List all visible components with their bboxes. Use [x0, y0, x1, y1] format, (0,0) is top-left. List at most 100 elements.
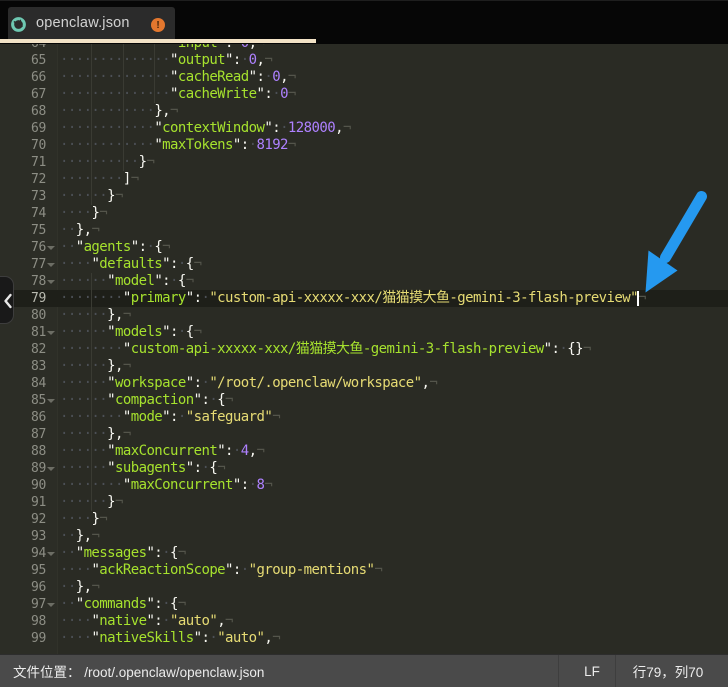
line-number: 99: [0, 630, 46, 647]
code-line[interactable]: 95····"ackReactionScope":·"group-mention…: [0, 562, 728, 579]
code-text: ······},¬: [60, 307, 131, 324]
fold-marker-icon[interactable]: [47, 603, 55, 607]
code-text: ··············"cacheWrite":·0¬: [60, 86, 296, 103]
editor-window: 64··············"input":·0,¬65··········…: [0, 0, 728, 687]
line-number: 93: [0, 528, 46, 545]
code-editor[interactable]: 64··············"input":·0,¬65··········…: [0, 44, 728, 654]
code-text: ··"messages":·{¬: [60, 545, 186, 562]
line-number: 84: [0, 375, 46, 392]
code-text: ······},¬: [60, 426, 131, 443]
code-line[interactable]: 66··············"cacheRead":·0,¬: [0, 69, 728, 86]
code-line[interactable]: 87······},¬: [0, 426, 728, 443]
code-line[interactable]: 78······"model":·{¬: [0, 273, 728, 290]
cursor-position-indicator[interactable]: 行79，列70: [616, 661, 728, 681]
tab-title: openclaw.json: [36, 15, 130, 31]
fold-marker-icon[interactable]: [47, 246, 55, 250]
code-text: ············"maxTokens":·8192¬: [60, 137, 296, 154]
code-text: ········"maxConcurrent":·8¬: [60, 477, 272, 494]
code-text: ····}¬: [60, 205, 107, 222]
line-number: 85: [0, 392, 46, 409]
line-number: 97: [0, 596, 46, 613]
tab-warning-badge: !: [151, 18, 165, 32]
code-text: ······"subagents":·{¬: [60, 460, 225, 477]
fold-marker-icon[interactable]: [47, 467, 55, 471]
code-text: ··········}¬: [60, 154, 154, 171]
line-number: 86: [0, 409, 46, 426]
code-line[interactable]: 76··"agents":·{¬: [0, 239, 728, 256]
code-line[interactable]: 89 ······"subagents":·{¬: [0, 460, 728, 477]
line-number: 64: [0, 44, 46, 52]
code-line[interactable]: 74 ····}¬: [0, 205, 728, 222]
code-area[interactable]: 64··············"input":·0,¬65··········…: [0, 44, 728, 647]
code-line[interactable]: 71··········}¬: [0, 154, 728, 171]
code-line[interactable]: 73 ······}¬: [0, 188, 728, 205]
code-line[interactable]: 77 ····"defaults":·{¬: [0, 256, 728, 273]
fold-marker-icon[interactable]: [47, 263, 55, 267]
code-line[interactable]: 67··············"cacheWrite":·0¬: [0, 86, 728, 103]
status-bar: 文件位置： /root/.openclaw/openclaw.json LF 行…: [0, 654, 728, 687]
code-text: ··············"input":·0,¬: [60, 44, 264, 52]
line-number: 73: [0, 188, 46, 205]
line-number: 74: [0, 205, 46, 222]
line-number: 94: [0, 545, 46, 562]
line-number: 66: [0, 69, 46, 86]
code-line[interactable]: 96··},¬: [0, 579, 728, 596]
line-number: 65: [0, 52, 46, 69]
line-number: 70: [0, 137, 46, 154]
code-line[interactable]: 72········]¬: [0, 171, 728, 188]
code-line[interactable]: 94 ··"messages":·{¬: [0, 545, 728, 562]
file-location-label: 文件位置：: [13, 665, 81, 680]
code-line[interactable]: 99····"nativeSkills":·"auto",¬: [0, 630, 728, 647]
code-line[interactable]: 81 ······"models":·{¬: [0, 324, 728, 341]
code-line[interactable]: 79········"primary":·"custom-api-xxxxx-x…: [0, 290, 728, 307]
code-line[interactable]: 88······"maxConcurrent":·4,¬: [0, 443, 728, 460]
code-line[interactable]: 75··},¬: [0, 222, 728, 239]
code-line[interactable]: 64 ··············"input":·0,¬: [0, 44, 728, 52]
code-line[interactable]: 86········"mode":·"safeguard"¬: [0, 409, 728, 426]
code-line[interactable]: 82········"custom-api-xxxxx-xxx/猫猫摸大鱼-ge…: [0, 341, 728, 358]
line-number: 89: [0, 460, 46, 477]
code-text: ······}¬: [60, 188, 123, 205]
code-line[interactable]: 97··"commands":·{¬: [0, 596, 728, 613]
fold-marker-icon[interactable]: [47, 399, 55, 403]
code-text: ··},¬: [60, 528, 99, 545]
code-line[interactable]: 85 ······"compaction":·{¬: [0, 392, 728, 409]
line-number: 77: [0, 256, 46, 273]
code-line[interactable]: 68············},¬: [0, 103, 728, 120]
code-line[interactable]: 83······},¬: [0, 358, 728, 375]
line-number: 91: [0, 494, 46, 511]
fold-marker-icon[interactable]: [47, 280, 55, 284]
code-text: ····"defaults":·{¬: [60, 256, 201, 273]
code-line[interactable]: 65··············"output":·0,¬: [0, 52, 728, 69]
json-file-icon: [10, 16, 27, 33]
panel-collapse-handle[interactable]: [0, 276, 14, 324]
code-text: ······"compaction":·{¬: [60, 392, 233, 409]
tab-bar: openclaw.json !: [0, 0, 728, 44]
code-text: ············"contextWindow":·128000,¬: [60, 120, 351, 137]
text-cursor: [637, 291, 639, 306]
line-number: 81: [0, 324, 46, 341]
code-line[interactable]: 70 ············"maxTokens":·8192¬: [0, 137, 728, 154]
line-number: 98: [0, 613, 46, 630]
code-line[interactable]: 91······}¬: [0, 494, 728, 511]
line-number: 90: [0, 477, 46, 494]
code-text: ············},¬: [60, 103, 178, 120]
code-text: ······},¬: [60, 358, 131, 375]
tab-openclaw-json[interactable]: openclaw.json !: [8, 7, 175, 39]
code-line[interactable]: 92····}¬: [0, 511, 728, 528]
code-text: ····"native":·"auto",¬: [60, 613, 233, 630]
code-line[interactable]: 93 ··},¬: [0, 528, 728, 545]
line-number: 92: [0, 511, 46, 528]
code-line[interactable]: 98 ····"native":·"auto",¬: [0, 613, 728, 630]
fold-marker-icon[interactable]: [47, 552, 55, 556]
code-line[interactable]: 69············"contextWindow":·128000,¬: [0, 120, 728, 137]
fold-marker-icon[interactable]: [47, 331, 55, 335]
line-number: 96: [0, 579, 46, 596]
code-text: ······"models":·{¬: [60, 324, 201, 341]
tab-underline: [0, 39, 316, 43]
line-number: 75: [0, 222, 46, 239]
eol-indicator[interactable]: LF: [559, 664, 615, 679]
code-line[interactable]: 90 ········"maxConcurrent":·8¬: [0, 477, 728, 494]
code-line[interactable]: 80······},¬: [0, 307, 728, 324]
code-line[interactable]: 84······"workspace":·"/root/.openclaw/wo…: [0, 375, 728, 392]
